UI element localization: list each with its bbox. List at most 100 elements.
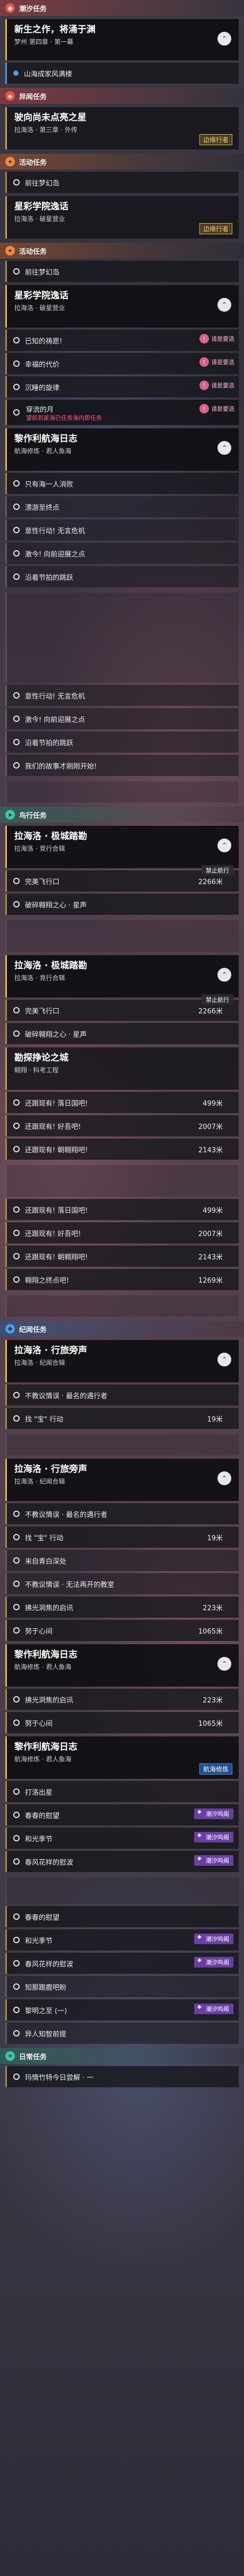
objective-item[interactable]: 黎明之至 (一)潮汐鸣阁: [5, 1999, 239, 2021]
mission-tag: 边缘行者: [199, 134, 232, 145]
mission-card[interactable]: 拉海洛 · 极城踏勘 拉海洛 · 竞行合辑 ⌃: [5, 955, 239, 998]
objective-item[interactable]: 还跟现有! 落日国吧! 499米: [5, 1199, 239, 1220]
objective-item[interactable]: 春风花样的慰波潮汐鸣阁: [5, 1851, 239, 1872]
mission-card[interactable]: 星彩学院逸话 拉海洛 · 破星营业 ⌃: [5, 285, 239, 328]
chevron-up-icon[interactable]: ⌃: [217, 441, 231, 455]
objective-item[interactable]: 拂光洞焦的启讯 223米: [5, 1689, 239, 1710]
bullet-icon: [13, 337, 20, 343]
bullet-icon: [13, 1960, 20, 1966]
objective-item[interactable]: 找 "宝" 行动 19米: [5, 1408, 239, 1429]
objective-item[interactable]: 春春的慰望: [5, 1906, 239, 1927]
objective-item[interactable]: 春春的慰望潮汐鸣阁: [5, 1804, 239, 1825]
mission-card[interactable]: 黎作利航海日志 航海修炼 · 君人鱼海 航海修炼: [5, 1736, 239, 1779]
bullet-icon: [13, 179, 20, 186]
objective-item[interactable]: 努于心间 1065米: [5, 1712, 239, 1733]
mission-card[interactable]: 新生之作，将涌于渊 梦州 第四章 · 第一幕 ⌃: [5, 19, 239, 60]
objective-text: 完美飞行口: [25, 878, 60, 886]
objective-item[interactable]: 破碎翱翔之心 · 星声: [5, 894, 239, 915]
objective-item[interactable]: 不教议情误 · 最名的遇行者: [5, 1384, 239, 1406]
mission-card[interactable]: 拉海洛 · 行旅旁声 拉海洛 · 纪闻合辑 ⌃: [5, 1340, 239, 1382]
objective-item[interactable]: 前往梦幻岛: [5, 261, 239, 282]
warning-icon: !: [199, 404, 209, 413]
mission-subtitle: 拉海洛 · 竞行合辑: [14, 974, 65, 982]
section-title: 活动任务: [19, 248, 47, 256]
objective-item[interactable]: 已知的祷愿! ! 请是要选: [5, 330, 239, 351]
objective-item[interactable]: 激今! 向前迎展之点: [5, 708, 239, 729]
objective-item[interactable]: 破碎翱翔之心 · 星声: [5, 1023, 239, 1044]
tide-icon: ◉: [5, 3, 15, 13]
flight-ban-badge: 禁止航行: [202, 994, 233, 1005]
bullet-icon: [13, 1913, 20, 1920]
spacer-card: [5, 781, 239, 802]
objective-item[interactable]: 翱翔之终点吧! 1269米: [5, 1269, 239, 1290]
objective-item[interactable]: 沉睡的旋律 ! 请是要选: [5, 376, 239, 398]
record-icon: ❖: [5, 1324, 15, 1334]
mission-card[interactable]: 星彩学院逸话 拉海洛 · 破星营业 边缘行者: [5, 196, 239, 239]
objective-item[interactable]: 漂游至终点: [5, 496, 239, 517]
objective-item[interactable]: 春风花样的慰波潮汐鸣阁: [5, 1953, 239, 1974]
objective-item[interactable]: 和光季节潮汐鸣阁: [5, 1828, 239, 1849]
bullet-icon: [13, 692, 20, 699]
objective-item[interactable]: 还跟现有! 朝翱翔吧! 2143米: [5, 1246, 239, 1267]
chevron-up-icon[interactable]: ⌃: [217, 1471, 231, 1485]
objective-item[interactable]: 努于心间 1065米: [5, 1620, 239, 1641]
mission-title: 黎作利航海日志: [14, 1742, 77, 1752]
objective-distance: 19米: [207, 1415, 223, 1424]
section-title: 日常任务: [19, 2053, 47, 2061]
objective-item[interactable]: 找 "宝" 行动 19米: [5, 1527, 239, 1548]
objective-item[interactable]: 不教议情误 · 无法再开的教室: [5, 1573, 239, 1594]
mission-subtitle: 航海修炼 · 君人鱼海: [14, 1663, 72, 1671]
objective-item[interactable]: 幸福的代价 ! 请是要选: [5, 353, 239, 374]
mission-card[interactable]: 拉海洛 · 极城踏勘 拉海洛 · 竞行合辑 ⌃: [5, 826, 239, 868]
objective-item[interactable]: 禁止航行 完美飞行口 2266米: [5, 865, 239, 892]
warning-badge: ! 请是要选: [199, 381, 234, 390]
mission-card[interactable]: 黎作利航海日志 航海修炼 · 君人鱼海 ⌃: [5, 1644, 239, 1687]
chevron-up-icon[interactable]: ⌃: [217, 298, 231, 312]
objective-item[interactable]: 禁止航行 完美飞行口 2266米: [5, 994, 239, 1021]
objective-text: 翱翔之终点吧!: [25, 1276, 69, 1285]
objective-item[interactable]: 异人知智前提: [5, 2023, 239, 2044]
chevron-up-icon[interactable]: ⌃: [217, 1353, 231, 1366]
objective-item-special[interactable]: 穿流的月 望前到星海已任务海内即任务 ! 请是要选: [5, 400, 239, 425]
bullet-icon: [13, 2030, 20, 2036]
objective-item[interactable]: 还跟现有! 落日国吧! 499米: [5, 1092, 239, 1113]
mission-card[interactable]: 驶向尚未点亮之星 拉海洛 · 第三章 · 外传 边缘行者: [5, 107, 239, 149]
objective-item[interactable]: 我们的故事才刚刚开始!: [5, 755, 239, 776]
objective-item[interactable]: 知那跟鹿吧盼: [5, 1976, 239, 1997]
objective-item[interactable]: 拂光洞焦的启讯 223米: [5, 1596, 239, 1618]
objective-item[interactable]: 前往梦幻岛: [5, 172, 239, 193]
objective-text: 前往梦幻岛: [25, 268, 60, 277]
objective-item[interactable]: 来自青白深处: [5, 1550, 239, 1571]
objective-item[interactable]: 沿着节拍的跳跃: [5, 566, 239, 587]
chevron-up-icon[interactable]: ⌃: [217, 1657, 231, 1671]
objective-item[interactable]: 玛情竹特今日尝解 · 一: [5, 2066, 239, 2087]
bullet-icon: [13, 574, 20, 580]
objective-item[interactable]: 只有海一人消败: [5, 473, 239, 494]
objective-item[interactable]: 和光季节潮汐鸣阁: [5, 1929, 239, 1951]
mission-card[interactable]: 勘探挣论之城 翱翔 · 科考工程: [5, 1047, 239, 1090]
chevron-up-icon[interactable]: ⌃: [217, 32, 231, 46]
chevron-up-icon[interactable]: ⌃: [217, 839, 231, 852]
objective-item[interactable]: 还跟现有! 好吾吧! 2007米: [5, 1115, 239, 1136]
mission-card[interactable]: 黎作利航海日志 航海修炼 · 君人鱼海 ⌃: [5, 428, 239, 471]
objective-item[interactable]: 沿着节拍的跳跃: [5, 731, 239, 753]
bullet-icon: [13, 1415, 20, 1422]
objective-item[interactable]: 打洛出星: [5, 1781, 239, 1802]
objective-item[interactable]: 激今! 向前迎展之点: [5, 543, 239, 564]
objective-item[interactable]: 还跟现有! 朝翱翔吧! 2143米: [5, 1139, 239, 1160]
tide-tag: 潮汐鸣阁: [194, 1832, 233, 1842]
chevron-up-icon[interactable]: ⌃: [217, 968, 231, 982]
mission-subtitle: 拉海洛 · 竞行合辑: [14, 845, 65, 852]
mission-subtitle: 拉海洛 · 第三章 · 外传: [14, 126, 77, 134]
bullet-icon: [13, 1696, 20, 1702]
objective-item[interactable]: 意性行动! 无言危机: [5, 519, 239, 541]
objective-item[interactable]: 意性行动! 无言危机: [5, 685, 239, 706]
mission-title: 新生之作，将涌于渊: [14, 24, 95, 35]
objective-item[interactable]: 不教议情误 · 最名的遇行者: [5, 1503, 239, 1524]
mission-card[interactable]: 拉海洛 · 行旅旁声 拉海洛 · 纪闻合辑 ⌃: [5, 1459, 239, 1501]
mission-title: 星彩学院逸话: [14, 290, 68, 301]
warning-badge: ! 请是要选: [199, 357, 234, 367]
bullet-icon: [13, 901, 20, 907]
objective-item[interactable]: 山海成家风满楼: [5, 63, 239, 84]
objective-item[interactable]: 还跟现有! 好吾吧! 2007米: [5, 1222, 239, 1243]
